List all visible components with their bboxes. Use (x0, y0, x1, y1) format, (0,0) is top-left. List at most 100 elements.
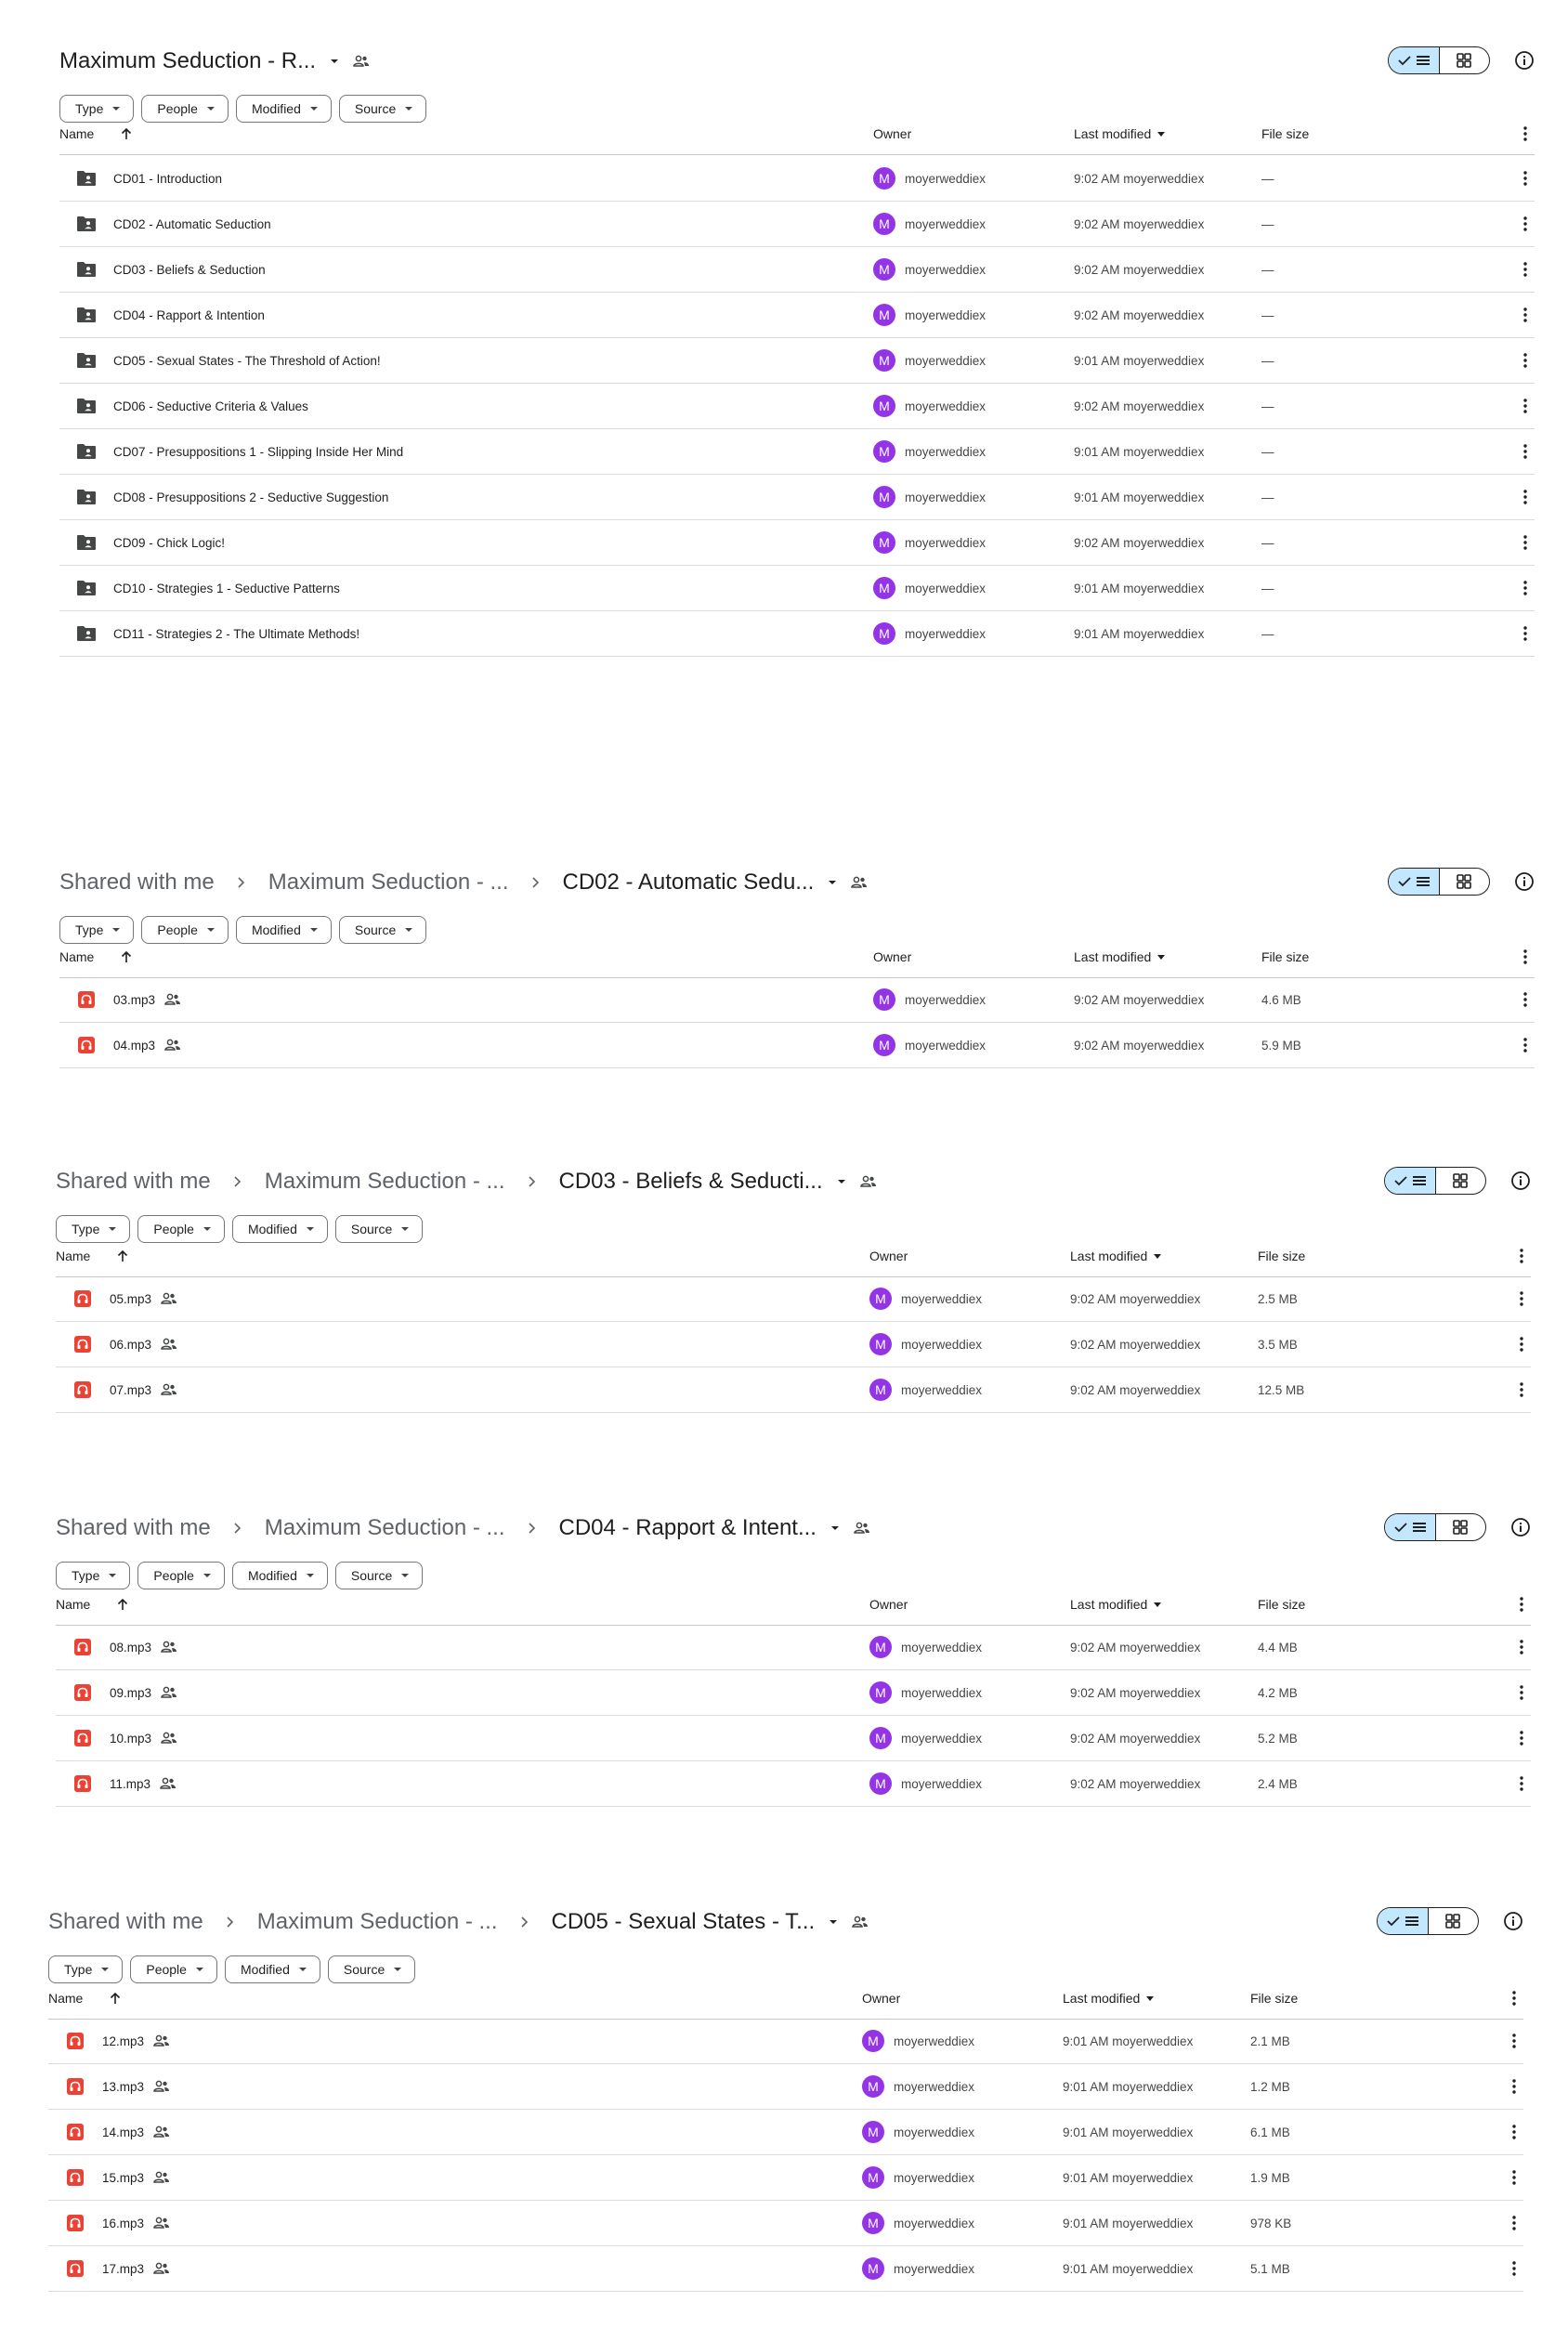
file-name[interactable]: CD09 - Chick Logic! (113, 536, 225, 550)
table-row[interactable]: 07.mp3 M moyerweddiex 9:02 AM moyerweddi… (56, 1367, 1531, 1413)
current-folder-title[interactable]: CD02 - Automatic Sedu... (563, 870, 815, 896)
table-row[interactable]: CD12 - Integrations - A New Beginning M … (59, 657, 1535, 665)
file-name[interactable]: CD07 - Presuppositions 1 - Slipping Insi… (113, 445, 403, 459)
column-menu-icon[interactable] (1512, 1584, 1531, 1625)
dropdown-arrow-icon[interactable] (828, 1916, 839, 1928)
more-actions-icon[interactable] (1512, 1716, 1531, 1760)
table-row[interactable]: CD11 - Strategies 2 - The Ultimate Metho… (59, 611, 1535, 657)
list-view-button[interactable] (1389, 47, 1440, 73)
breadcrumb-parent-folder[interactable]: Maximum Seduction - ... (265, 1515, 505, 1541)
table-row[interactable]: 08.mp3 M moyerweddiex 9:02 AM moyerweddi… (56, 1625, 1531, 1670)
dropdown-arrow-icon[interactable] (836, 1176, 847, 1187)
file-name[interactable]: CD06 - Seductive Criteria & Values (113, 399, 308, 413)
more-actions-icon[interactable] (1516, 293, 1535, 337)
table-row[interactable]: 05.mp3 M moyerweddiex 9:02 AM moyerweddi… (56, 1276, 1531, 1322)
breadcrumb-shared-with-me[interactable]: Shared with me (48, 1909, 203, 1935)
more-actions-icon[interactable] (1512, 1276, 1531, 1321)
table-row[interactable]: 06.mp3 M moyerweddiex 9:02 AM moyerweddi… (56, 1322, 1531, 1367)
more-actions-icon[interactable] (1516, 657, 1535, 665)
file-name[interactable]: 13.mp3 (102, 2080, 144, 2094)
grid-view-button[interactable] (1429, 1908, 1479, 1934)
info-icon[interactable] (1503, 1911, 1523, 1931)
table-row[interactable]: 17.mp3 M moyerweddiex 9:01 AM moyerweddi… (48, 2246, 1523, 2292)
more-actions-icon[interactable] (1516, 520, 1535, 565)
column-menu-icon[interactable] (1505, 1978, 1523, 2019)
table-row[interactable]: 13.mp3 M moyerweddiex 9:01 AM moyerweddi… (48, 2064, 1523, 2110)
more-actions-icon[interactable] (1505, 2201, 1523, 2245)
more-actions-icon[interactable] (1516, 1023, 1535, 1067)
more-actions-icon[interactable] (1505, 2246, 1523, 2291)
more-actions-icon[interactable] (1516, 611, 1535, 656)
grid-view-button[interactable] (1440, 47, 1490, 73)
column-menu-icon[interactable] (1516, 936, 1535, 977)
file-name[interactable]: CD08 - Presuppositions 2 - Seductive Sug… (113, 490, 388, 504)
column-header-name[interactable]: Name (56, 1584, 129, 1625)
column-header-last-modified[interactable]: Last modified (1070, 1236, 1162, 1276)
info-icon[interactable] (1510, 1517, 1531, 1537)
more-actions-icon[interactable] (1516, 247, 1535, 292)
file-name[interactable]: 12.mp3 (102, 2034, 144, 2048)
info-icon[interactable] (1514, 50, 1535, 71)
current-folder-title[interactable]: CD04 - Rapport & Intent... (559, 1515, 817, 1541)
table-row[interactable]: CD05 - Sexual States - The Threshold of … (59, 338, 1535, 384)
more-actions-icon[interactable] (1516, 156, 1535, 201)
file-name[interactable]: CD10 - Strategies 1 - Seductive Patterns (113, 582, 340, 595)
file-name[interactable]: 04.mp3 (113, 1039, 155, 1053)
file-name[interactable]: 10.mp3 (110, 1732, 151, 1746)
file-name[interactable]: 17.mp3 (102, 2262, 144, 2276)
current-folder-title[interactable]: Maximum Seduction - R... (59, 48, 316, 74)
breadcrumb-parent-folder[interactable]: Maximum Seduction - ... (268, 870, 509, 896)
breadcrumb-parent-folder[interactable]: Maximum Seduction - ... (257, 1909, 498, 1935)
more-actions-icon[interactable] (1516, 338, 1535, 383)
table-row[interactable]: 14.mp3 M moyerweddiex 9:01 AM moyerweddi… (48, 2110, 1523, 2155)
column-header-last-modified[interactable]: Last modified (1063, 1978, 1155, 2019)
table-row[interactable]: 04.mp3 M moyerweddiex 9:02 AM moyerweddi… (59, 1023, 1535, 1068)
more-actions-icon[interactable] (1516, 384, 1535, 428)
breadcrumb-parent-folder[interactable]: Maximum Seduction - ... (265, 1169, 505, 1195)
file-name[interactable]: CD11 - Strategies 2 - The Ultimate Metho… (113, 627, 359, 641)
file-name[interactable]: 14.mp3 (102, 2125, 144, 2139)
info-icon[interactable] (1510, 1170, 1531, 1191)
more-actions-icon[interactable] (1512, 1670, 1531, 1715)
more-actions-icon[interactable] (1505, 2155, 1523, 2200)
column-menu-icon[interactable] (1512, 1236, 1531, 1276)
file-name[interactable]: 08.mp3 (110, 1641, 151, 1654)
more-actions-icon[interactable] (1516, 202, 1535, 246)
sort-ascending-icon[interactable] (120, 127, 133, 140)
column-header-last-modified[interactable]: Last modified (1074, 936, 1166, 977)
more-actions-icon[interactable] (1516, 475, 1535, 519)
current-folder-title[interactable]: CD03 - Beliefs & Seducti... (559, 1169, 823, 1195)
column-header-last-modified[interactable]: Last modified (1070, 1584, 1162, 1625)
column-header-name[interactable]: Name (59, 113, 133, 154)
column-header-file-size[interactable]: File size (1250, 1978, 1298, 2019)
column-header-last-modified[interactable]: Last modified (1074, 113, 1166, 154)
column-header-file-size[interactable]: File size (1261, 113, 1309, 154)
table-row[interactable]: CD03 - Beliefs & Seduction M moyerweddie… (59, 247, 1535, 293)
column-header-name[interactable]: Name (59, 936, 133, 977)
file-name[interactable]: 15.mp3 (102, 2171, 144, 2185)
column-header-name[interactable]: Name (56, 1236, 129, 1276)
table-row[interactable]: CD06 - Seductive Criteria & Values M moy… (59, 384, 1535, 429)
file-name[interactable]: CD04 - Rapport & Intention (113, 308, 265, 322)
table-row[interactable]: CD07 - Presuppositions 1 - Slipping Insi… (59, 429, 1535, 475)
sort-ascending-icon[interactable] (116, 1249, 129, 1262)
file-name[interactable]: 09.mp3 (110, 1686, 151, 1700)
column-header-owner[interactable]: Owner (873, 936, 911, 977)
list-view-button[interactable] (1378, 1908, 1429, 1934)
file-name[interactable]: CD05 - Sexual States - The Threshold of … (113, 354, 381, 368)
more-actions-icon[interactable] (1512, 1625, 1531, 1669)
list-view-button[interactable] (1385, 1514, 1436, 1540)
table-row[interactable]: CD01 - Introduction M moyerweddiex 9:02 … (59, 156, 1535, 202)
sort-ascending-icon[interactable] (109, 1992, 122, 2005)
file-name[interactable]: 07.mp3 (110, 1383, 151, 1397)
table-row[interactable]: CD04 - Rapport & Intention M moyerweddie… (59, 293, 1535, 338)
table-row[interactable]: CD08 - Presuppositions 2 - Seductive Sug… (59, 475, 1535, 520)
more-actions-icon[interactable] (1516, 429, 1535, 474)
file-name[interactable]: 11.mp3 (110, 1777, 150, 1791)
dropdown-arrow-icon[interactable] (827, 877, 838, 888)
table-row[interactable]: 10.mp3 M moyerweddiex 9:02 AM moyerweddi… (56, 1716, 1531, 1761)
grid-view-button[interactable] (1436, 1168, 1486, 1194)
more-actions-icon[interactable] (1505, 2110, 1523, 2154)
table-row[interactable]: 15.mp3 M moyerweddiex 9:01 AM moyerweddi… (48, 2155, 1523, 2201)
table-row[interactable]: 03.mp3 M moyerweddiex 9:02 AM moyerweddi… (59, 977, 1535, 1023)
